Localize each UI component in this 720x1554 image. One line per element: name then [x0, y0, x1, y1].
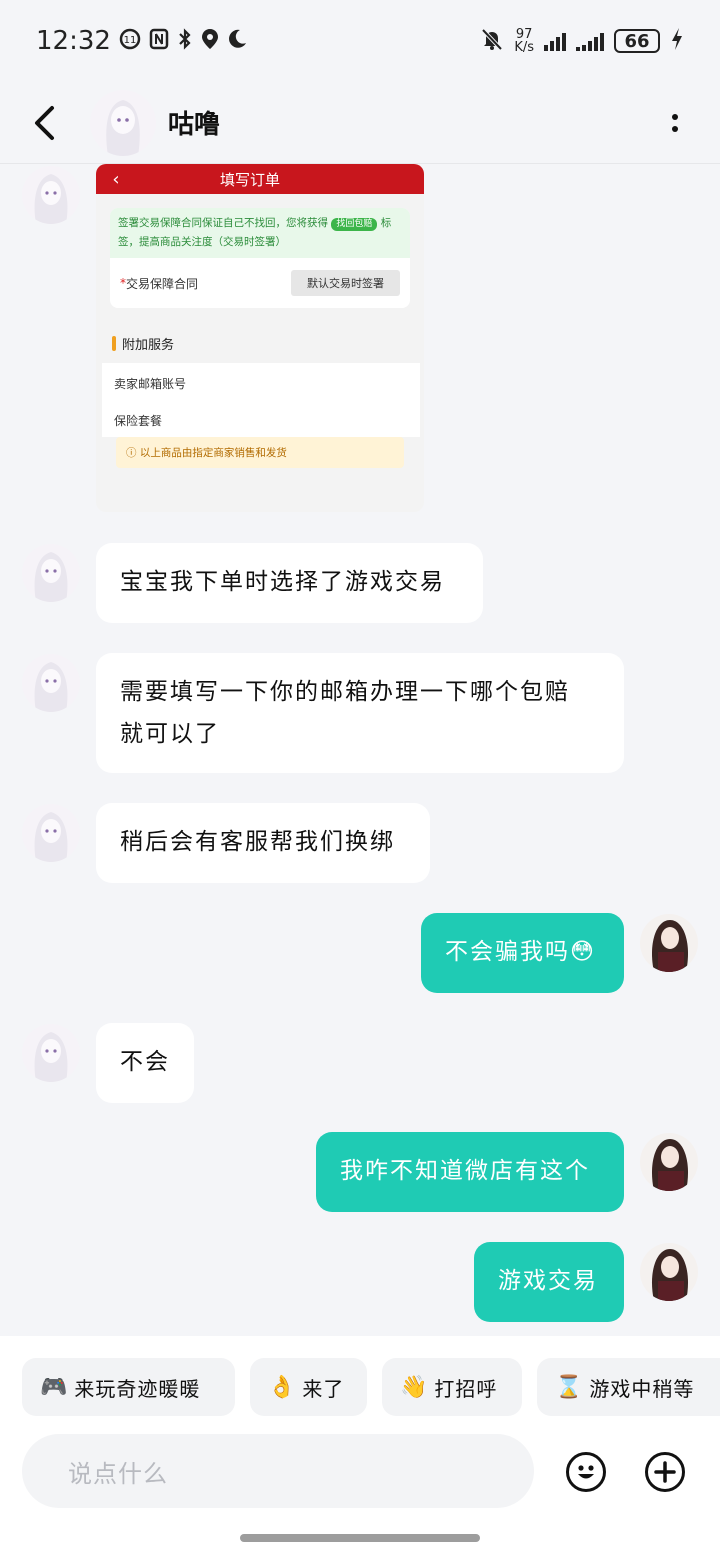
- back-button[interactable]: [0, 82, 90, 164]
- img-contract-row: * 交易保障合同 默认交易时签署: [110, 258, 410, 308]
- img-contract-button: 默认交易时签署: [291, 270, 400, 296]
- location-icon: [201, 28, 219, 55]
- quick-reply-chip[interactable]: 👌 来了: [250, 1358, 367, 1416]
- image-message[interactable]: ‹ 填写订单 签署交易保障合同保证自己不找回，您将获得 找回包赔 标签，提高商品…: [96, 164, 424, 512]
- contact-avatar-small[interactable]: [22, 544, 80, 602]
- message-list[interactable]: ‹ 填写订单 签署交易保障合同保证自己不找回，您将获得 找回包赔 标签，提高商品…: [0, 164, 720, 1336]
- img-back-icon: ‹: [112, 168, 120, 190]
- quick-reply-chip[interactable]: 🎮 来玩奇迹暖暖: [22, 1358, 235, 1416]
- img-insurance-field: 保险套餐: [102, 404, 420, 437]
- signal-2-icon: [576, 31, 604, 51]
- img-green-tag: 找回包赔: [331, 218, 378, 231]
- hourglass-icon: ⌛: [555, 1374, 584, 1400]
- message-bubble-sent[interactable]: 我咋不知道微店有这个: [316, 1132, 624, 1212]
- message-bubble-received[interactable]: 宝宝我下单时选择了游戏交易: [96, 543, 483, 623]
- img-notice: ⓘ 以上商品由指定商家销售和发货: [116, 437, 404, 468]
- ok-hand-icon: 👌: [268, 1374, 297, 1400]
- emoji-button[interactable]: [566, 1452, 606, 1492]
- user-avatar[interactable]: [640, 914, 698, 972]
- img-green-notice: 签署交易保障合同保证自己不找回，您将获得 找回包赔 标签，提高商品关注度（交易时…: [110, 208, 410, 258]
- moon-icon: [227, 28, 247, 55]
- status-time: 12:32: [36, 26, 111, 56]
- user-avatar[interactable]: [640, 1243, 698, 1301]
- message-input[interactable]: 说点什么: [22, 1434, 534, 1508]
- contact-avatar-small[interactable]: [22, 1024, 80, 1082]
- img-title: 填写订单: [219, 170, 280, 189]
- message-bubble-sent[interactable]: 游戏交易: [474, 1242, 624, 1322]
- img-section-title: 附加服务: [112, 334, 408, 353]
- contact-avatar-small[interactable]: [22, 166, 80, 224]
- more-options-button[interactable]: [630, 82, 720, 164]
- svg-text:11: 11: [124, 35, 137, 46]
- img-contract-card: 签署交易保障合同保证自己不找回，您将获得 找回包赔 标签，提高商品关注度（交易时…: [110, 208, 410, 308]
- add-attachment-button[interactable]: [645, 1452, 685, 1492]
- message-bubble-received[interactable]: 不会: [96, 1023, 194, 1103]
- quick-reply-bar: 🎮 来玩奇迹暖暖 👌 来了 👋 打招呼 ⌛ 游戏中稍等: [0, 1336, 720, 1436]
- mute-bell-icon: [480, 27, 504, 56]
- contact-avatar-small[interactable]: [22, 654, 80, 712]
- input-bar: 说点什么: [0, 1434, 720, 1554]
- home-indicator[interactable]: [240, 1534, 480, 1542]
- message-bubble-sent[interactable]: 不会骗我吗😳: [421, 913, 624, 993]
- plus-icon: [654, 1461, 676, 1483]
- net-speed: 97 K/s: [514, 27, 534, 55]
- user-avatar[interactable]: [640, 1133, 698, 1191]
- img-email-field: 卖家邮箱账号: [102, 363, 420, 404]
- charging-icon: [670, 27, 684, 56]
- nfc-icon: [149, 28, 169, 55]
- quick-reply-chip[interactable]: ⌛ 游戏中稍等: [537, 1358, 720, 1416]
- contact-avatar[interactable]: [90, 89, 156, 156]
- smiley-icon: [578, 1465, 594, 1479]
- battery-level: 66: [624, 30, 650, 52]
- img-header: ‹ 填写订单: [96, 164, 424, 194]
- waving-hand-icon: 👋: [400, 1374, 429, 1400]
- battery-icon: 66: [614, 29, 660, 53]
- contact-name: 咕噜: [168, 110, 221, 140]
- flushed-emoji-icon: 😳: [570, 939, 596, 965]
- chevron-left-icon: [35, 105, 54, 140]
- message-bubble-received[interactable]: 稍后会有客服帮我们换绑: [96, 803, 430, 883]
- game-controller-icon: 🎮: [40, 1374, 69, 1400]
- status-bar: 12:32 11 97 K/s 66: [0, 0, 720, 82]
- signal-1-icon: [544, 31, 566, 51]
- contact-avatar-small[interactable]: [22, 804, 80, 862]
- chat-header: 咕噜: [0, 82, 720, 164]
- app-badge-icon: 11: [119, 28, 141, 55]
- message-bubble-received[interactable]: 需要填写一下你的邮箱办理一下哪个包赔 就可以了: [96, 653, 624, 773]
- bluetooth-icon: [177, 27, 193, 55]
- quick-reply-chip[interactable]: 👋 打招呼: [382, 1358, 522, 1416]
